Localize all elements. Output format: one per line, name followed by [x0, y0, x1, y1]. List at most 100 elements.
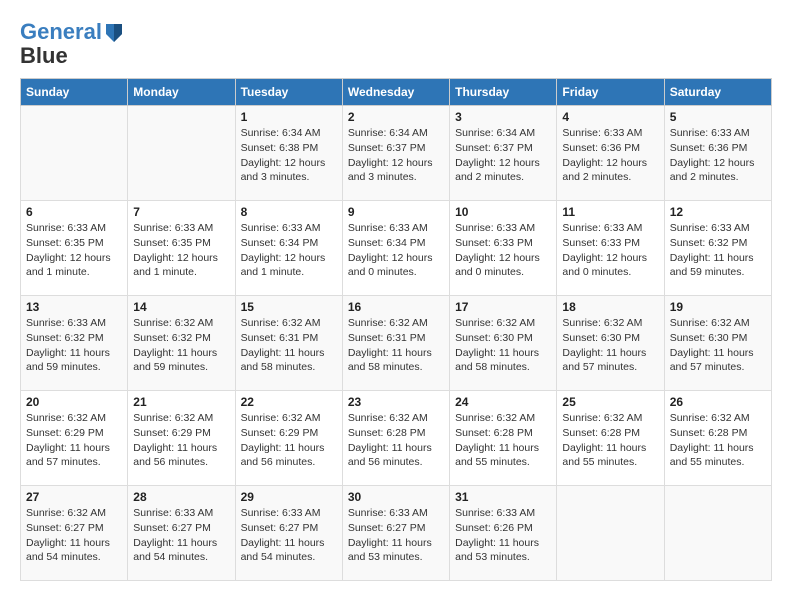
day-info: Sunrise: 6:32 AM Sunset: 6:31 PM Dayligh… — [241, 316, 337, 375]
day-info: Sunrise: 6:32 AM Sunset: 6:30 PM Dayligh… — [562, 316, 658, 375]
day-info: Sunrise: 6:33 AM Sunset: 6:26 PM Dayligh… — [455, 506, 551, 565]
day-info: Sunrise: 6:34 AM Sunset: 6:38 PM Dayligh… — [241, 126, 337, 185]
day-info: Sunrise: 6:33 AM Sunset: 6:27 PM Dayligh… — [133, 506, 229, 565]
logo-text: General Blue — [20, 20, 124, 68]
day-number: 28 — [133, 490, 229, 504]
day-number: 4 — [562, 110, 658, 124]
day-header-tuesday: Tuesday — [235, 79, 342, 106]
day-number: 18 — [562, 300, 658, 314]
calendar-cell: 13 Sunrise: 6:33 AM Sunset: 6:32 PM Dayli… — [21, 296, 128, 391]
calendar-cell: 22 Sunrise: 6:32 AM Sunset: 6:29 PM Dayli… — [235, 391, 342, 486]
calendar-cell: 23 Sunrise: 6:32 AM Sunset: 6:28 PM Dayli… — [342, 391, 449, 486]
calendar-cell: 4 Sunrise: 6:33 AM Sunset: 6:36 PM Daylig… — [557, 106, 664, 201]
day-info: Sunrise: 6:34 AM Sunset: 6:37 PM Dayligh… — [348, 126, 444, 185]
day-number: 21 — [133, 395, 229, 409]
day-number: 2 — [348, 110, 444, 124]
day-number: 5 — [670, 110, 766, 124]
calendar-cell: 1 Sunrise: 6:34 AM Sunset: 6:38 PM Daylig… — [235, 106, 342, 201]
day-header-monday: Monday — [128, 79, 235, 106]
day-info: Sunrise: 6:33 AM Sunset: 6:32 PM Dayligh… — [670, 221, 766, 280]
calendar-cell: 12 Sunrise: 6:33 AM Sunset: 6:32 PM Dayli… — [664, 201, 771, 296]
day-info: Sunrise: 6:32 AM Sunset: 6:30 PM Dayligh… — [670, 316, 766, 375]
day-header-friday: Friday — [557, 79, 664, 106]
day-info: Sunrise: 6:32 AM Sunset: 6:28 PM Dayligh… — [455, 411, 551, 470]
calendar-cell: 15 Sunrise: 6:32 AM Sunset: 6:31 PM Dayli… — [235, 296, 342, 391]
day-info: Sunrise: 6:33 AM Sunset: 6:33 PM Dayligh… — [455, 221, 551, 280]
calendar-cell — [664, 486, 771, 581]
calendar-body: 1 Sunrise: 6:34 AM Sunset: 6:38 PM Daylig… — [21, 106, 772, 581]
calendar-cell: 3 Sunrise: 6:34 AM Sunset: 6:37 PM Daylig… — [450, 106, 557, 201]
day-info: Sunrise: 6:32 AM Sunset: 6:29 PM Dayligh… — [241, 411, 337, 470]
day-number: 6 — [26, 205, 122, 219]
day-number: 17 — [455, 300, 551, 314]
day-info: Sunrise: 6:32 AM Sunset: 6:29 PM Dayligh… — [26, 411, 122, 470]
calendar-cell: 9 Sunrise: 6:33 AM Sunset: 6:34 PM Daylig… — [342, 201, 449, 296]
calendar-week-4: 20 Sunrise: 6:32 AM Sunset: 6:29 PM Dayli… — [21, 391, 772, 486]
day-number: 12 — [670, 205, 766, 219]
calendar-cell — [21, 106, 128, 201]
calendar-cell: 30Sunrise: 6:33 AM Sunset: 6:27 PM Dayli… — [342, 486, 449, 581]
day-number: 22 — [241, 395, 337, 409]
day-info: Sunrise: 6:32 AM Sunset: 6:30 PM Dayligh… — [455, 316, 551, 375]
day-number: 30 — [348, 490, 444, 504]
page-header: General Blue — [20, 20, 772, 68]
day-info: Sunrise: 6:32 AM Sunset: 6:31 PM Dayligh… — [348, 316, 444, 375]
day-number: 19 — [670, 300, 766, 314]
day-info: Sunrise: 6:33 AM Sunset: 6:34 PM Dayligh… — [241, 221, 337, 280]
day-number: 1 — [241, 110, 337, 124]
calendar-week-3: 13 Sunrise: 6:33 AM Sunset: 6:32 PM Dayli… — [21, 296, 772, 391]
day-header-thursday: Thursday — [450, 79, 557, 106]
day-number: 29 — [241, 490, 337, 504]
day-number: 7 — [133, 205, 229, 219]
day-number: 9 — [348, 205, 444, 219]
calendar-week-5: 27Sunrise: 6:32 AM Sunset: 6:27 PM Dayli… — [21, 486, 772, 581]
calendar-cell: 31 Sunrise: 6:33 AM Sunset: 6:26 PM Dayli… — [450, 486, 557, 581]
day-info: Sunrise: 6:33 AM Sunset: 6:36 PM Dayligh… — [562, 126, 658, 185]
calendar-cell — [128, 106, 235, 201]
day-info: Sunrise: 6:34 AM Sunset: 6:37 PM Dayligh… — [455, 126, 551, 185]
day-number: 16 — [348, 300, 444, 314]
day-number: 24 — [455, 395, 551, 409]
calendar-week-1: 1 Sunrise: 6:34 AM Sunset: 6:38 PM Daylig… — [21, 106, 772, 201]
day-number: 13 — [26, 300, 122, 314]
calendar-cell: 10 Sunrise: 6:33 AM Sunset: 6:33 PM Dayli… — [450, 201, 557, 296]
day-number: 15 — [241, 300, 337, 314]
day-info: Sunrise: 6:32 AM Sunset: 6:28 PM Dayligh… — [562, 411, 658, 470]
day-number: 3 — [455, 110, 551, 124]
day-number: 8 — [241, 205, 337, 219]
day-info: Sunrise: 6:33 AM Sunset: 6:32 PM Dayligh… — [26, 316, 122, 375]
calendar-cell: 5 Sunrise: 6:33 AM Sunset: 6:36 PM Daylig… — [664, 106, 771, 201]
day-number: 26 — [670, 395, 766, 409]
day-number: 10 — [455, 205, 551, 219]
calendar-cell: 2 Sunrise: 6:34 AM Sunset: 6:37 PM Daylig… — [342, 106, 449, 201]
day-number: 20 — [26, 395, 122, 409]
day-number: 23 — [348, 395, 444, 409]
day-info: Sunrise: 6:33 AM Sunset: 6:27 PM Dayligh… — [241, 506, 337, 565]
day-number: 11 — [562, 205, 658, 219]
day-number: 31 — [455, 490, 551, 504]
day-info: Sunrise: 6:33 AM Sunset: 6:33 PM Dayligh… — [562, 221, 658, 280]
calendar-header-row: SundayMondayTuesdayWednesdayThursdayFrid… — [21, 79, 772, 106]
calendar-cell: 14Sunrise: 6:32 AM Sunset: 6:32 PM Dayli… — [128, 296, 235, 391]
calendar-cell: 7 Sunrise: 6:33 AM Sunset: 6:35 PM Daylig… — [128, 201, 235, 296]
calendar-cell: 24 Sunrise: 6:32 AM Sunset: 6:28 PM Dayli… — [450, 391, 557, 486]
day-number: 25 — [562, 395, 658, 409]
calendar-cell: 25 Sunrise: 6:32 AM Sunset: 6:28 PM Dayli… — [557, 391, 664, 486]
day-info: Sunrise: 6:33 AM Sunset: 6:34 PM Dayligh… — [348, 221, 444, 280]
day-info: Sunrise: 6:33 AM Sunset: 6:36 PM Dayligh… — [670, 126, 766, 185]
calendar-cell: 27Sunrise: 6:32 AM Sunset: 6:27 PM Dayli… — [21, 486, 128, 581]
calendar-cell: 19 Sunrise: 6:32 AM Sunset: 6:30 PM Dayli… — [664, 296, 771, 391]
day-info: Sunrise: 6:33 AM Sunset: 6:35 PM Dayligh… — [26, 221, 122, 280]
calendar-cell: 20 Sunrise: 6:32 AM Sunset: 6:29 PM Dayli… — [21, 391, 128, 486]
calendar-cell: 6 Sunrise: 6:33 AM Sunset: 6:35 PM Daylig… — [21, 201, 128, 296]
calendar-cell: 29 Sunrise: 6:33 AM Sunset: 6:27 PM Dayli… — [235, 486, 342, 581]
day-info: Sunrise: 6:32 AM Sunset: 6:28 PM Dayligh… — [348, 411, 444, 470]
day-number: 27 — [26, 490, 122, 504]
day-info: Sunrise: 6:32 AM Sunset: 6:28 PM Dayligh… — [670, 411, 766, 470]
day-info: Sunrise: 6:32 AM Sunset: 6:32 PM Dayligh… — [133, 316, 229, 375]
calendar-cell: 11 Sunrise: 6:33 AM Sunset: 6:33 PM Dayli… — [557, 201, 664, 296]
calendar-cell: 21Sunrise: 6:32 AM Sunset: 6:29 PM Dayli… — [128, 391, 235, 486]
day-header-wednesday: Wednesday — [342, 79, 449, 106]
day-info: Sunrise: 6:33 AM Sunset: 6:35 PM Dayligh… — [133, 221, 229, 280]
calendar-table: SundayMondayTuesdayWednesdayThursdayFrid… — [20, 78, 772, 581]
